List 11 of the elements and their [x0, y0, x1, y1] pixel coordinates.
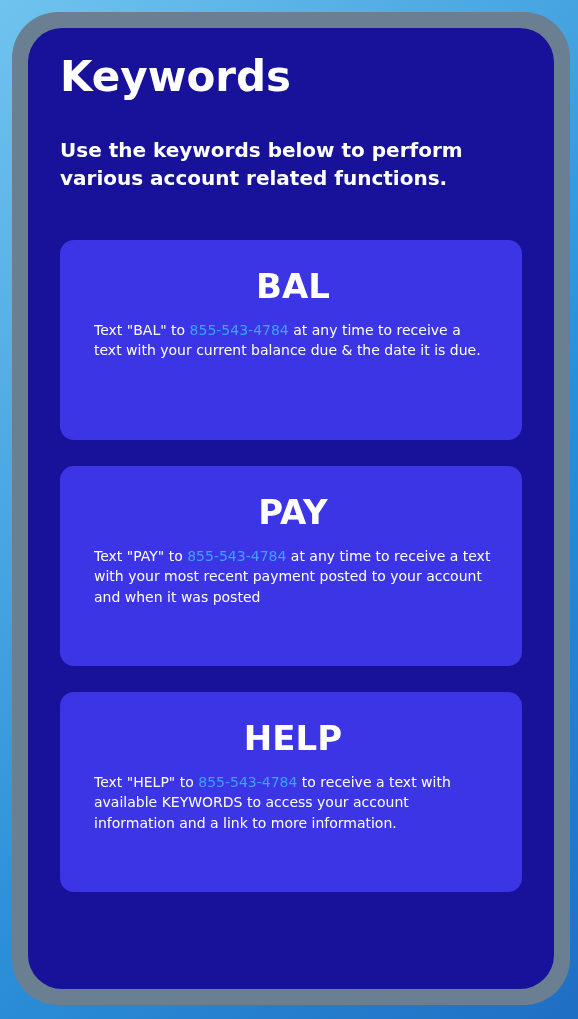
- keyword-title: HELP: [243, 718, 343, 759]
- intro-text: Use the keywords below to perform various account related functions.: [60, 137, 464, 193]
- keyword-title: BAL: [256, 266, 330, 307]
- keyword-description: Text "PAY" to 855-543-4784 at any time to receive a text with your most recent payment posted to your account and when it was posted: [94, 547, 492, 607]
- keyword-title: PAY: [258, 492, 328, 533]
- page-heading: Keywords: [60, 54, 293, 101]
- phone-number-link[interactable]: 855-543-4784: [189, 322, 289, 339]
- phone-number-link[interactable]: 855-543-4784: [187, 548, 287, 565]
- keyword-description: Text "BAL" to 855-543-4784 at any time to receive a text with your current balance due & the date it is due.: [94, 321, 482, 361]
- phone-number-link[interactable]: 855-543-4784: [198, 774, 298, 791]
- keyword-description: Text "HELP" to 855-543-4784 to receive a text with available KEYWORDS to access your account information and a link to more information.: [94, 773, 452, 833]
